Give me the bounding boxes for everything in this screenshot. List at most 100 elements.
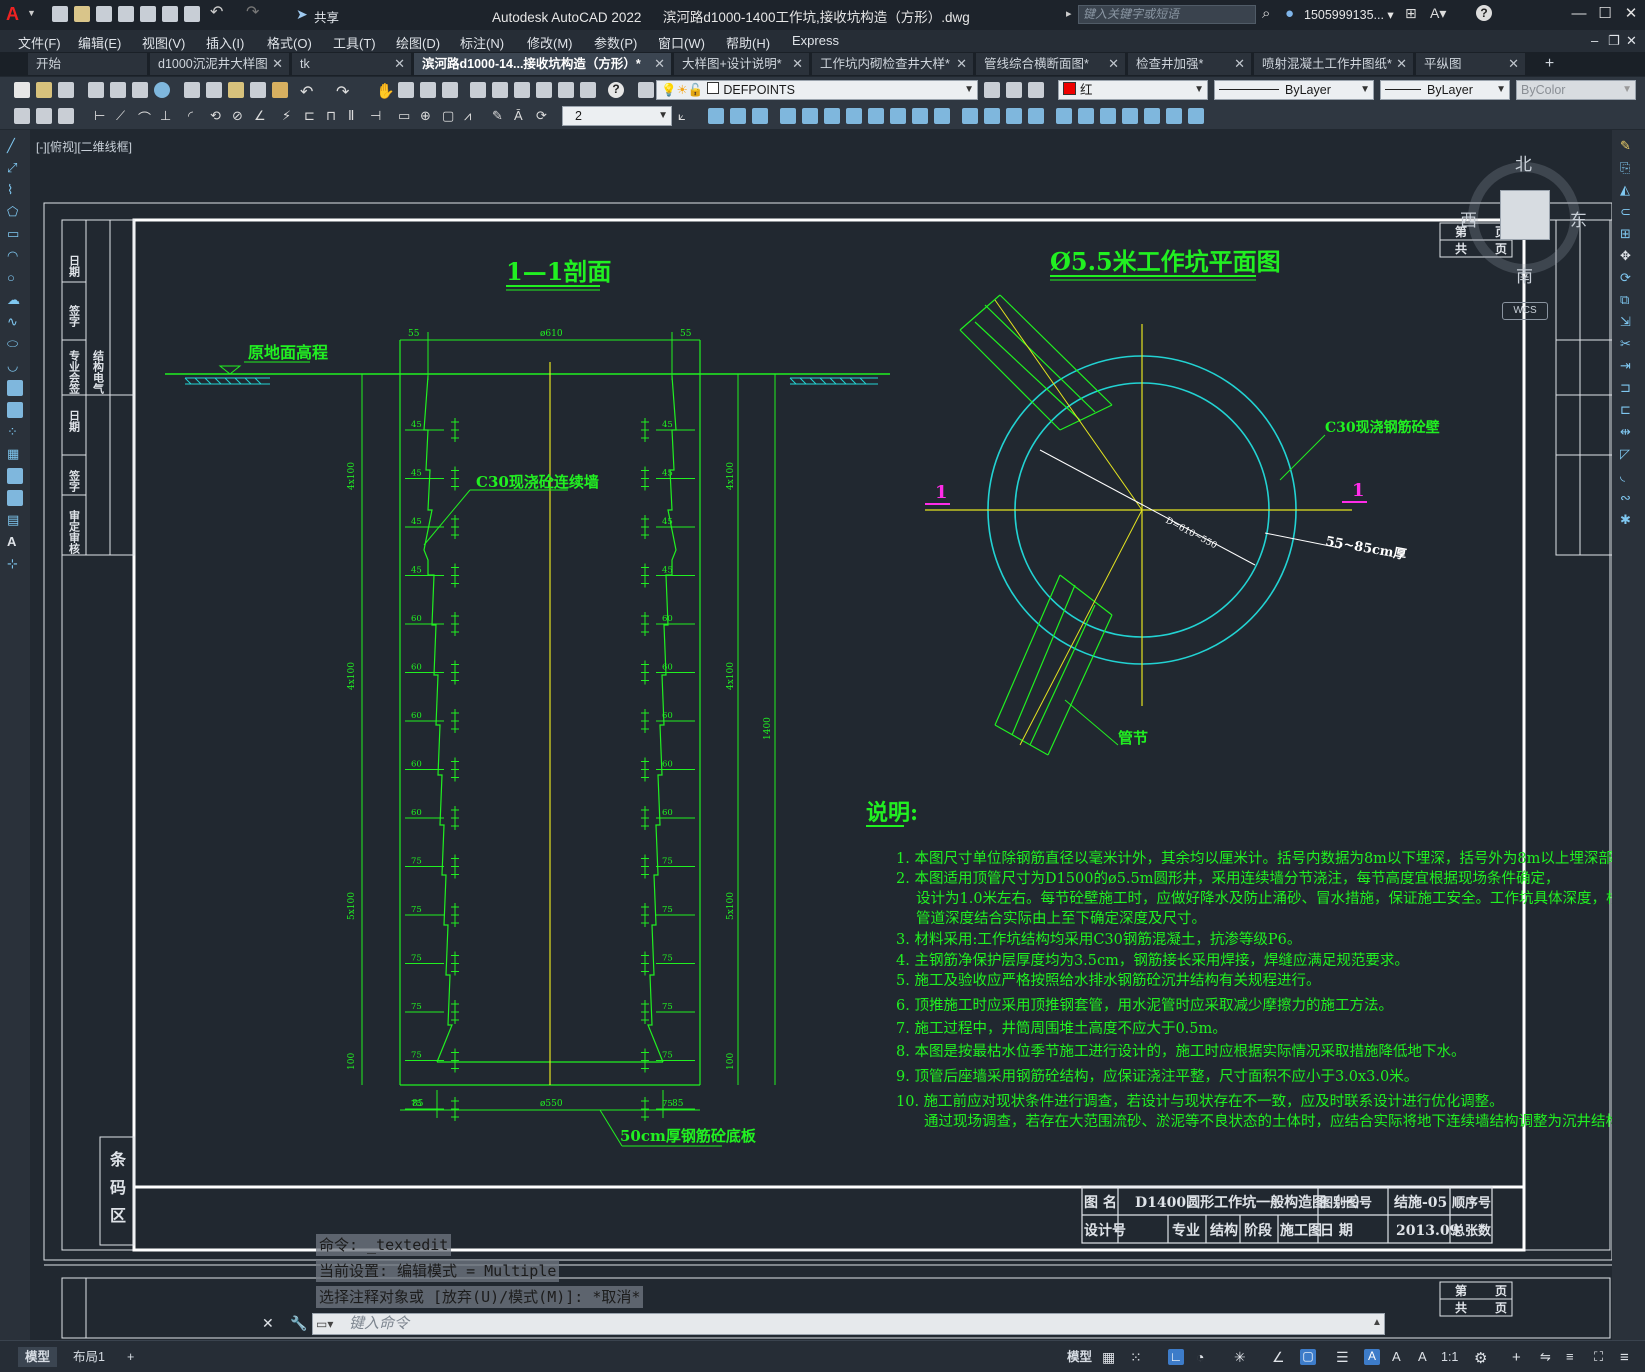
ordinate-icon[interactable]: ⊥: [160, 108, 176, 124]
web-icon[interactable]: [154, 82, 170, 98]
break-icon[interactable]: ⊏: [1620, 402, 1636, 418]
layer-states-icon[interactable]: [58, 108, 74, 124]
array-icon[interactable]: [802, 108, 818, 124]
join-icon[interactable]: ⇹: [1620, 424, 1636, 440]
zoom-window-icon[interactable]: [420, 82, 436, 98]
layout-tab-layout1[interactable]: 布局1: [66, 1347, 112, 1367]
layer-match-icon[interactable]: [36, 108, 52, 124]
share-icon[interactable]: ➤: [296, 6, 312, 22]
blend-curves-icon[interactable]: ∾: [1620, 490, 1636, 506]
workspace-gear-icon[interactable]: ⚙: [1474, 1349, 1490, 1367]
dim-edit-icon[interactable]: ✎: [492, 108, 508, 124]
save-icon[interactable]: [58, 82, 74, 98]
edit-array-icon[interactable]: [1166, 108, 1182, 124]
zoom-previous-icon[interactable]: [442, 82, 458, 98]
array-icon[interactable]: ⊞: [1620, 226, 1636, 242]
table-icon[interactable]: ▤: [7, 512, 23, 528]
tab-pipeline-cross-section[interactable]: 管线综合横断面图* ✕: [976, 53, 1126, 75]
quick-dim-icon[interactable]: ⚡: [282, 108, 298, 124]
angular-icon[interactable]: ∠: [254, 108, 270, 124]
join-icon[interactable]: [984, 108, 1000, 124]
units-icon[interactable]: ⇋: [1540, 1349, 1556, 1365]
open-file-icon[interactable]: [74, 6, 90, 22]
doc-close-button[interactable]: ✕: [1626, 33, 1637, 49]
menu-express[interactable]: Express: [792, 33, 839, 48]
move-icon[interactable]: ✥: [1620, 248, 1636, 264]
stretch-icon[interactable]: ⇲: [1620, 314, 1636, 330]
blend-icon[interactable]: [1078, 108, 1094, 124]
layer-properties-icon[interactable]: [638, 82, 654, 98]
app-menu-arrow-icon[interactable]: ▼: [27, 8, 36, 18]
snap-icon[interactable]: ⁙: [1130, 1349, 1146, 1365]
ellipse-icon[interactable]: ⬭: [7, 336, 23, 352]
aligned-dimension-icon[interactable]: ⟋: [116, 108, 132, 124]
tool-palettes-icon[interactable]: [514, 82, 530, 98]
wcs-menu[interactable]: WCS: [1502, 302, 1548, 320]
menu-insert[interactable]: 插入(I): [206, 33, 244, 52]
print-icon[interactable]: [184, 6, 200, 22]
share-label[interactable]: 共享: [314, 7, 339, 26]
command-expand-icon[interactable]: ▲: [1372, 1317, 1382, 1328]
diameter-icon[interactable]: ⊘: [232, 108, 248, 124]
edit-hatch-icon[interactable]: [1144, 108, 1160, 124]
menu-dimension[interactable]: 标注(N): [460, 33, 504, 52]
auto-scale-icon[interactable]: A: [1392, 1349, 1408, 1365]
explode-icon[interactable]: [1056, 108, 1072, 124]
chamfer-icon[interactable]: ◸: [1620, 446, 1636, 462]
cut-icon[interactable]: [184, 82, 200, 98]
export-icon[interactable]: [162, 6, 178, 22]
cart-icon[interactable]: ⊞: [1405, 5, 1417, 22]
trim-icon[interactable]: ✂: [1620, 336, 1636, 352]
new-file-icon[interactable]: [52, 6, 68, 22]
command-input[interactable]: 键入命令: [312, 1313, 1385, 1335]
markup-icon[interactable]: [558, 82, 574, 98]
dim-style-icon[interactable]: ⟀: [678, 108, 694, 124]
osnap-icon[interactable]: ▢: [1300, 1349, 1316, 1365]
viewport-controls-label[interactable]: [-][俯视][二维线框]: [36, 138, 132, 155]
tab-shotcrete-well[interactable]: 喷射混凝土工作井图纸* ✕: [1254, 53, 1414, 75]
close-tab-icon[interactable]: ✕: [654, 53, 665, 75]
dim-update-icon[interactable]: ⟳: [536, 108, 552, 124]
offset-icon[interactable]: [780, 108, 796, 124]
plot-icon[interactable]: [88, 82, 104, 98]
model-space-toggle[interactable]: 模型: [1060, 1347, 1099, 1367]
close-tab-icon[interactable]: ✕: [1396, 53, 1407, 75]
paste-icon[interactable]: [228, 82, 244, 98]
viewcube-face-top[interactable]: [1500, 190, 1550, 240]
viewcube[interactable]: 北 南 西 东 WCS: [1460, 150, 1587, 320]
scale-icon[interactable]: ⧉: [1620, 292, 1636, 308]
layer-iso-icon[interactable]: [1028, 82, 1044, 98]
annotation-visibility-icon[interactable]: A: [1364, 1349, 1380, 1365]
save-icon[interactable]: [96, 6, 112, 22]
tab-pit-inspection-well[interactable]: 工作坑内砌检查井大样* ✕: [812, 53, 974, 75]
scale-icon[interactable]: [868, 108, 884, 124]
continue-icon[interactable]: ⊓: [326, 108, 342, 124]
ellipse-arc-icon[interactable]: ◡: [7, 358, 23, 374]
maximize-button[interactable]: ☐: [1594, 4, 1616, 24]
copy-object-icon[interactable]: [730, 108, 746, 124]
mtext-icon[interactable]: A: [7, 534, 23, 550]
publish-icon[interactable]: [140, 6, 156, 22]
tab-binhe-road-active[interactable]: 滨河路d1000-14...接收坑构造（方形）* ✕: [414, 53, 672, 75]
menu-parametric[interactable]: 参数(P): [594, 33, 637, 52]
help-icon[interactable]: ?: [1476, 5, 1492, 21]
make-block-icon[interactable]: [7, 402, 23, 418]
osnap-track-icon[interactable]: ∠: [1272, 1349, 1288, 1365]
autodesk-a360-icon[interactable]: A▾: [1430, 5, 1446, 22]
copy-icon[interactable]: ⎘: [1620, 160, 1636, 176]
break-at-point-icon[interactable]: ⊐: [1620, 380, 1636, 396]
region-icon[interactable]: [7, 490, 23, 506]
line-icon[interactable]: ╱: [7, 138, 23, 154]
autocad-logo-icon[interactable]: A: [6, 4, 26, 24]
layout-tab-model[interactable]: 模型: [18, 1347, 58, 1367]
undo-icon[interactable]: ↶: [300, 82, 316, 101]
menu-draw[interactable]: 绘图(D): [396, 33, 440, 52]
center-mark-icon[interactable]: ⊕: [420, 108, 436, 124]
jogged-icon[interactable]: ⟲: [210, 108, 226, 124]
close-tab-icon[interactable]: ✕: [1234, 53, 1245, 75]
tab-detail-design-notes[interactable]: 大样图+设计说明* ✕: [674, 53, 810, 75]
block-editor-icon[interactable]: [272, 82, 288, 98]
tolerance-icon[interactable]: ▭: [398, 108, 414, 124]
save-as-icon[interactable]: [118, 6, 134, 22]
annotation-monitor-icon[interactable]: +: [1512, 1349, 1528, 1366]
